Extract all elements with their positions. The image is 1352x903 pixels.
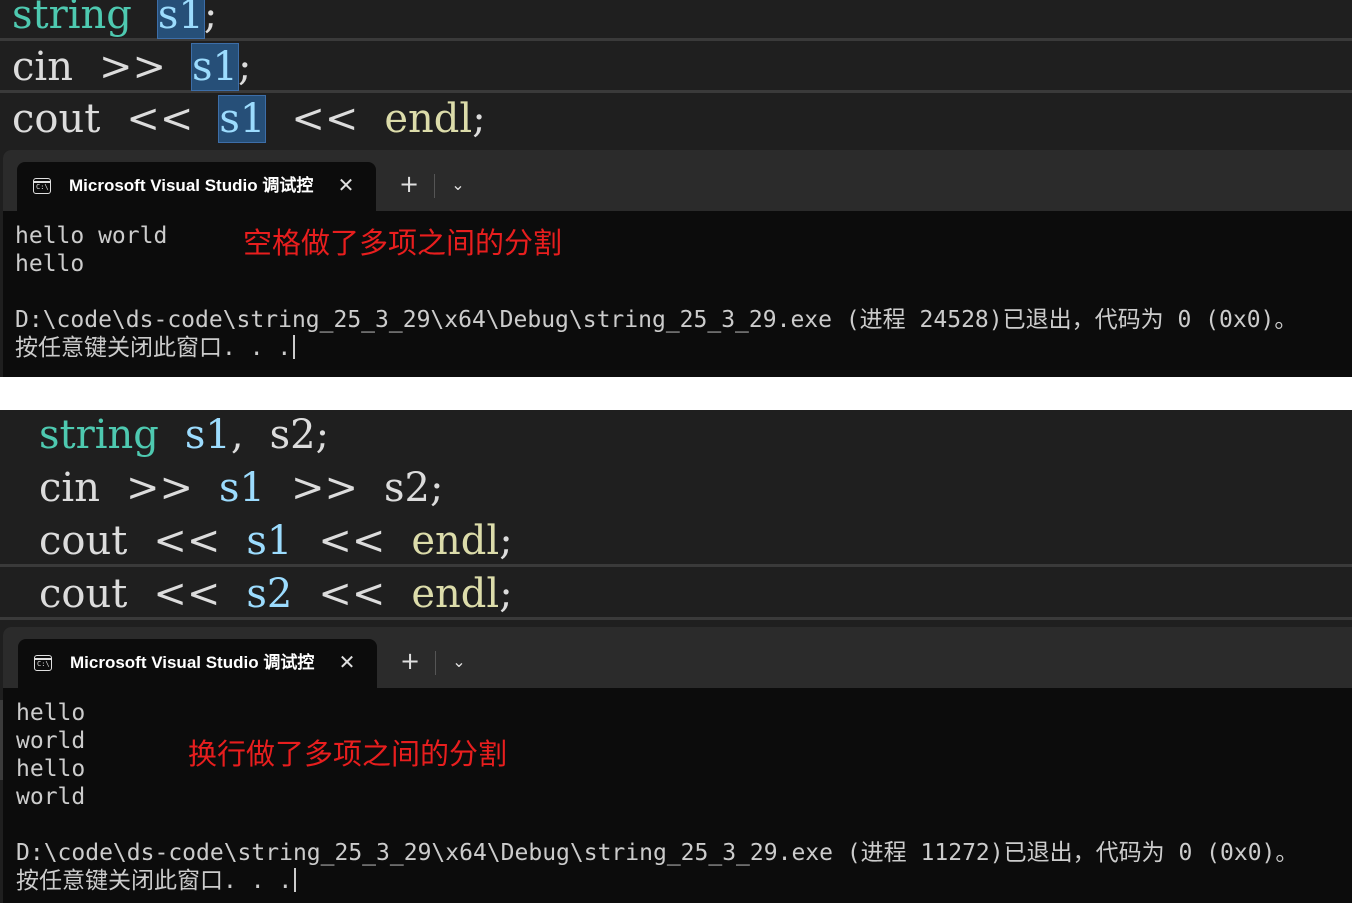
endl-manipulator: endl (411, 518, 500, 564)
tab-title: Microsoft Visual Studio 调试控 (69, 176, 314, 195)
extraction-operator: >> (290, 465, 359, 511)
semicolon: ; (315, 412, 330, 458)
semicolon: ; (203, 0, 218, 38)
annotation-space-separator: 空格做了多项之间的分割 (243, 226, 563, 260)
insertion-operator: << (153, 518, 221, 564)
comma: , (230, 412, 244, 458)
tab-title: Microsoft Visual Studio 调试控 (70, 653, 315, 672)
variable-s1-highlighted[interactable]: s1 (156, 0, 205, 39)
close-prompt: 按任意键关闭此窗口. . . (16, 867, 297, 895)
code-line-cout: cout << s1 << endl; (0, 95, 1352, 145)
code-line-cin: cin >> s1; (0, 43, 1352, 93)
exit-message: D:\code\ds-code\string_25_3_29\x64\Debug… (15, 307, 1298, 333)
cout-keyword: cout (39, 571, 128, 617)
semicolon: ; (499, 571, 513, 617)
type-keyword: string (39, 412, 159, 458)
semicolon: ; (237, 44, 252, 90)
debug-console-window: C:\ Microsoft Visual Studio 调试控 ✕ + ⌄ he… (3, 150, 1352, 377)
terminal-tab[interactable]: C:\ Microsoft Visual Studio 调试控 ✕ (17, 162, 376, 211)
insertion-operator: << (291, 96, 359, 142)
variable-s2: s2 (246, 571, 293, 617)
exit-message: D:\code\ds-code\string_25_3_29\x64\Debug… (16, 840, 1299, 866)
semicolon: ; (499, 518, 513, 564)
chevron-down-icon[interactable]: ⌄ (446, 171, 470, 199)
annotation-newline-separator: 换行做了多项之间的分割 (188, 737, 508, 771)
close-icon[interactable]: ✕ (335, 173, 357, 197)
chevron-down-icon[interactable]: ⌄ (447, 648, 471, 676)
variable-s1: s1 (219, 465, 265, 511)
output-line: hello (15, 251, 85, 277)
variable-s1-highlighted[interactable]: s1 (218, 95, 267, 143)
tab-divider (435, 651, 436, 675)
debug-console-window: C:\ Microsoft Visual Studio 调试控 ✕ + ⌄ he… (3, 627, 1352, 903)
code-line-cout-s1: cout << s1 << endl; (0, 518, 1352, 567)
variable-s2: s2 (269, 412, 316, 458)
close-prompt-text: 按任意键关闭此窗口. . . (15, 335, 292, 361)
close-prompt-text: 按任意键关闭此窗口. . . (16, 868, 293, 894)
output-line: hello world (15, 223, 168, 249)
variable-s1: s1 (246, 518, 293, 564)
output-line: hello (16, 700, 86, 726)
terminal-tab-bar: C:\ Microsoft Visual Studio 调试控 ✕ + ⌄ (3, 150, 1352, 211)
extraction-operator: >> (125, 465, 193, 511)
cout-keyword: cout (12, 96, 101, 142)
extraction-operator: >> (98, 44, 166, 90)
close-icon[interactable]: ✕ (336, 650, 358, 674)
bottom-example-panel: string s1, s2; cin >> s1 >> s2; cout << s1 << endl… (0, 410, 1352, 903)
insertion-operator: << (126, 96, 194, 142)
semicolon: ; (430, 465, 444, 511)
cin-keyword: cin (12, 44, 73, 90)
endl-manipulator: endl (384, 96, 473, 142)
text-cursor (294, 868, 297, 892)
terminal-icon: C:\ (34, 655, 52, 671)
plus-icon[interactable]: + (397, 171, 421, 199)
code-line-cin: cin >> s1 >> s2; (0, 465, 1352, 514)
output-line: hello (16, 756, 86, 782)
insertion-operator: << (318, 518, 386, 564)
terminal-tab[interactable]: C:\ Microsoft Visual Studio 调试控 ✕ (18, 639, 377, 688)
insertion-operator: << (153, 571, 221, 617)
endl-manipulator: endl (411, 571, 500, 617)
cout-keyword: cout (39, 518, 128, 564)
output-line: world (16, 728, 86, 754)
variable-s1-highlighted[interactable]: s1 (191, 43, 239, 91)
output-line: world (16, 784, 86, 810)
close-prompt: 按任意键关闭此窗口. . . (15, 334, 296, 362)
text-cursor (293, 335, 296, 359)
insertion-operator: << (318, 571, 386, 617)
semicolon: ; (472, 96, 486, 142)
type-keyword: string (12, 0, 132, 38)
code-line-declare-s1: string s1; (0, 0, 1352, 41)
plus-icon[interactable]: + (398, 648, 422, 676)
code-line-declare-s1-s2: string s1, s2; (0, 412, 1352, 461)
cin-keyword: cin (39, 465, 100, 511)
tab-divider (434, 174, 435, 198)
top-example-panel: string s1; cin >> s1; cout << s1 << endl; C:\ M… (0, 0, 1352, 377)
terminal-icon: C:\ (33, 178, 51, 194)
code-line-cout-s2: cout << s2 << endl; (0, 571, 1352, 620)
terminal-tab-bar: C:\ Microsoft Visual Studio 调试控 ✕ + ⌄ (3, 627, 1352, 688)
variable-s2: s2 (384, 465, 430, 511)
variable-s1: s1 (184, 412, 231, 458)
